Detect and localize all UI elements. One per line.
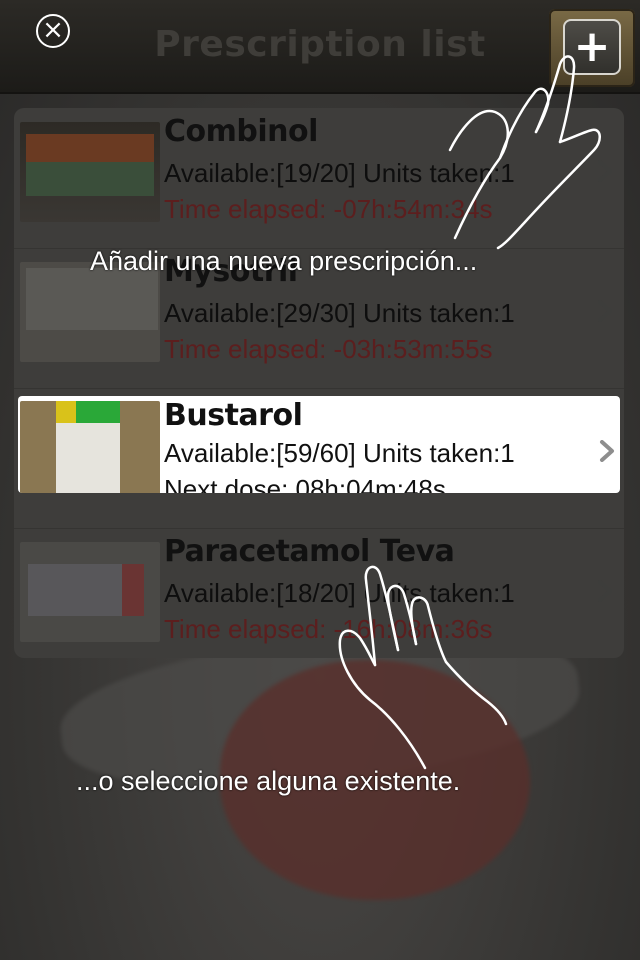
medicine-thumbnail xyxy=(20,401,160,493)
medicine-name: Bustarol xyxy=(164,398,303,433)
plus-icon: + xyxy=(573,21,611,72)
time-status: Time elapsed: -07h:54m:34s xyxy=(164,194,493,224)
chevron-right-icon xyxy=(598,300,612,322)
time-status: Time elapsed: -03h:53m:55s xyxy=(164,334,493,364)
time-status: Next dose: 08h:04m:48s xyxy=(164,474,446,493)
prescription-row[interactable]: Paracetamol Teva Available:[18/20] Units… xyxy=(14,528,624,668)
select-hint-text: ...o seleccione alguna existente. xyxy=(76,766,461,796)
availability-text: Available:[19/20] Units taken:1 xyxy=(164,158,515,188)
add-button-face: + xyxy=(563,19,621,75)
page-title: Prescription list xyxy=(154,24,486,65)
medicine-name: Combinol xyxy=(164,114,318,149)
medicine-thumbnail xyxy=(20,122,160,222)
availability-text: Available:[29/30] Units taken:1 xyxy=(164,298,515,328)
screen: × Prescription list + Combinol Available… xyxy=(0,0,640,960)
availability-text: Available:[59/60] Units taken:1 xyxy=(164,438,515,468)
medicine-thumbnail xyxy=(20,542,160,642)
availability-text: Available:[18/20] Units taken:1 xyxy=(164,578,515,608)
add-hint-text: Añadir una nueva prescripción... xyxy=(90,246,478,276)
time-status: Time elapsed: -16h:08m:36s xyxy=(164,614,493,644)
medicine-name: Paracetamol Teva xyxy=(164,534,455,569)
chevron-right-icon xyxy=(598,160,612,182)
prescription-row-highlighted[interactable]: Bustarol Available:[59/60] Units taken:1… xyxy=(18,396,620,493)
row-divider xyxy=(14,388,624,389)
add-prescription-button[interactable]: + xyxy=(549,9,635,87)
nav-bar: × Prescription list + xyxy=(0,0,640,94)
medicine-thumbnail xyxy=(20,262,160,362)
prescription-row[interactable]: Combinol Available:[19/20] Units taken:1… xyxy=(14,108,624,248)
chevron-right-icon xyxy=(600,440,614,462)
chevron-right-icon xyxy=(598,580,612,602)
